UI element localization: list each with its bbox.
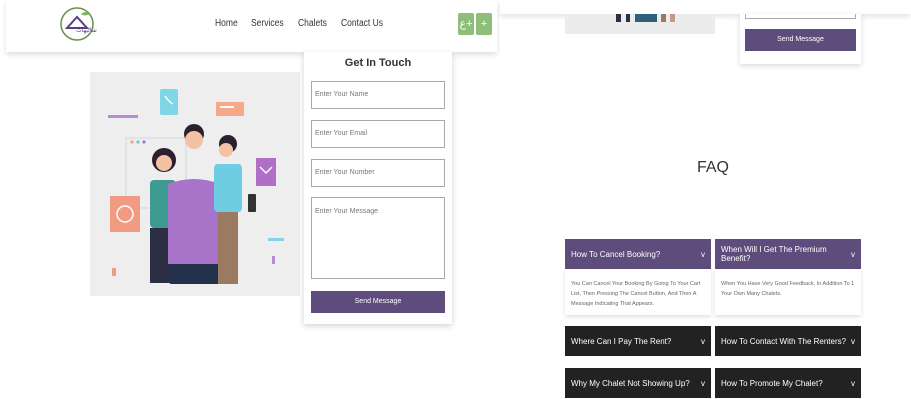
faq-question[interactable]: How To Contact With The Renters? v: [715, 326, 861, 356]
chevron-down-icon: v: [701, 249, 705, 259]
message-field[interactable]: Enter Your Message: [311, 197, 445, 279]
faq-question-label: Why My Chalet Not Showing Up?: [571, 378, 690, 388]
nav-contact-us[interactable]: Contact Us: [341, 18, 383, 29]
language-button[interactable]: ع+: [458, 13, 474, 35]
send-message-button[interactable]: Send Message: [311, 291, 445, 313]
faq-item: How To Promote My Chalet? v: [715, 368, 861, 398]
contact-form-title: Get In Touch: [344, 57, 412, 69]
faq-item: Why My Chalet Not Showing Up? v: [565, 368, 711, 398]
name-field[interactable]: Enter Your Name: [311, 81, 445, 109]
message-field-edge[interactable]: [745, 14, 856, 19]
faq-question[interactable]: Why My Chalet Not Showing Up? v: [565, 368, 711, 398]
faq-question[interactable]: Where Can I Pay The Rent? v: [565, 326, 711, 356]
faq-item: How To Cancel Booking? v You Can Cancel …: [565, 239, 711, 315]
faq-question[interactable]: When Will I Get The Premium Benefit? v: [715, 239, 861, 269]
nav-home[interactable]: Home: [215, 18, 238, 29]
faq-question[interactable]: How To Promote My Chalet? v: [715, 368, 861, 398]
chevron-down-icon: v: [701, 378, 705, 388]
faq-item: When Will I Get The Premium Benefit? v W…: [715, 239, 861, 315]
faq-question-label: How To Promote My Chalet?: [721, 378, 823, 388]
right-screenshot: Send Message FAQ How To Cancel Booking? …: [500, 0, 911, 399]
contact-form-bottom: Send Message: [740, 14, 861, 64]
faq-answer: When You Have Very Good Feedback, In Add…: [715, 269, 861, 315]
top-bar: [500, 0, 911, 14]
left-screenshot: شاليهات Home Services Chalets Contact Us…: [0, 0, 497, 399]
faq-item: How To Contact With The Renters? v: [715, 326, 861, 356]
nav-links: Home Services Chalets Contact Us: [215, 18, 390, 29]
faq-item: Where Can I Pay The Rent? v: [565, 326, 711, 356]
add-button[interactable]: +: [476, 13, 492, 35]
navbar: شاليهات Home Services Chalets Contact Us…: [6, 0, 497, 52]
nav-services[interactable]: Services: [251, 18, 284, 29]
chevron-down-icon: v: [701, 336, 705, 346]
people-illustration-icon: [108, 89, 284, 284]
faq-answer: You Can Cancel Your Booking By Going To …: [565, 269, 711, 315]
image-strip: [565, 14, 715, 34]
email-field[interactable]: Enter Your Email: [311, 120, 445, 148]
faq-question[interactable]: How To Cancel Booking? v: [565, 239, 711, 269]
chevron-down-icon: v: [851, 336, 855, 346]
number-field[interactable]: Enter Your Number: [311, 159, 445, 187]
logo-text: شاليهات: [76, 27, 97, 34]
faq-question-label: When Will I Get The Premium Benefit?: [721, 245, 827, 263]
chevron-down-icon: v: [851, 249, 855, 259]
faq-question-label: Where Can I Pay The Rent?: [571, 336, 672, 346]
contact-illustration: [90, 72, 300, 296]
contact-form: Get In Touch Enter Your Name Enter Your …: [304, 52, 452, 324]
chevron-down-icon: v: [851, 378, 855, 388]
faq-title: FAQ: [696, 159, 729, 176]
faq-question-label: How To Contact With The Renters?: [721, 336, 847, 346]
nav-chalets[interactable]: Chalets: [298, 18, 327, 29]
faq-question-label: How To Cancel Booking?: [571, 249, 661, 259]
chalet-logo-icon[interactable]: [59, 6, 95, 42]
send-message-button[interactable]: Send Message: [745, 29, 856, 51]
